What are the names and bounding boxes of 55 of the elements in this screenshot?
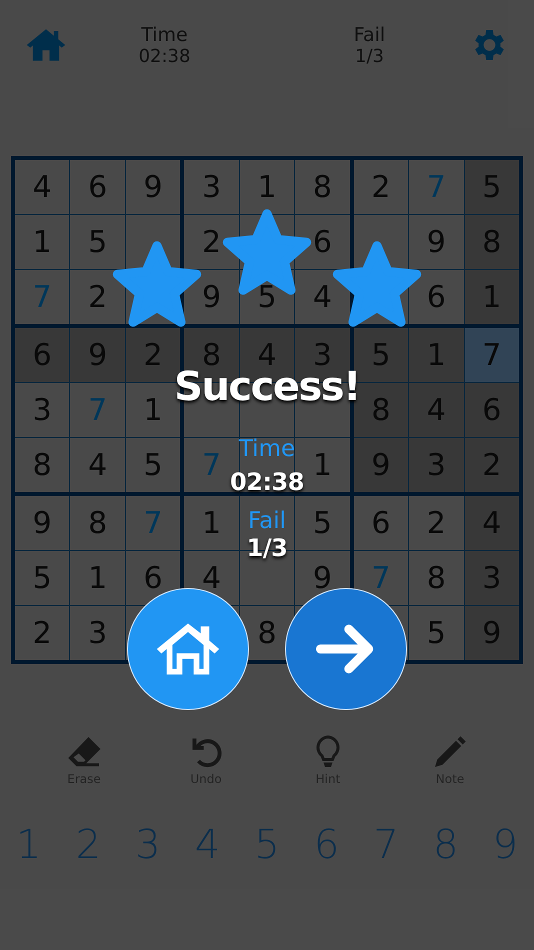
grid-cell[interactable]: 7 (464, 328, 519, 382)
fail-value: 1/3 (355, 46, 384, 66)
grid-cell[interactable]: 2 (409, 496, 464, 550)
star-icon (111, 240, 203, 328)
fail-label: Fail (354, 24, 386, 46)
grid-cell[interactable]: 2 (15, 606, 70, 660)
number-key[interactable]: 9 (492, 822, 518, 868)
grid-cell[interactable]: 5 (409, 606, 464, 660)
number-key[interactable]: 2 (76, 822, 102, 868)
number-key[interactable]: 8 (432, 822, 458, 868)
grid-cell[interactable]: 1 (184, 496, 239, 550)
grid-cell[interactable]: 9 (184, 270, 239, 324)
grid-cell[interactable]: 7 (15, 270, 70, 324)
number-key[interactable]: 5 (254, 822, 280, 868)
number-key[interactable]: 3 (135, 822, 161, 868)
grid-cell[interactable]: 6 (70, 160, 125, 214)
grid-cell[interactable]: 8 (70, 496, 125, 550)
grid-cell[interactable]: 5 (126, 438, 180, 492)
grid-cell[interactable]: 4 (70, 438, 125, 492)
grid-cell[interactable]: 3 (15, 383, 70, 437)
result-fail-value: 1/3 (246, 534, 288, 562)
grid-cell[interactable]: 4 (15, 160, 70, 214)
grid-cell[interactable]: 2 (354, 160, 408, 214)
time-value: 02:38 (138, 46, 190, 66)
grid-cell[interactable]: 7 (409, 160, 464, 214)
grid-cell[interactable]: 5 (15, 551, 70, 605)
grid-cell[interactable]: 6 (409, 270, 464, 324)
grid-cell[interactable]: 2 (184, 215, 239, 269)
result-time-label: Time (238, 436, 296, 462)
grid-cell[interactable]: 5 (70, 215, 125, 269)
grid-cell[interactable]: 9 (126, 160, 180, 214)
number-key[interactable]: 4 (194, 822, 220, 868)
grid-cell[interactable]: 7 (126, 496, 180, 550)
number-key[interactable]: 6 (314, 822, 340, 868)
grid-cell[interactable]: 5 (295, 496, 350, 550)
grid-cell[interactable]: 3 (70, 606, 125, 660)
grid-cell[interactable]: 1 (70, 551, 125, 605)
grid-cell[interactable]: 9 (15, 496, 70, 550)
grid-cell[interactable]: 1 (240, 160, 294, 214)
grid-cell[interactable]: 9 (409, 215, 464, 269)
grid-cell[interactable]: 3 (184, 160, 239, 214)
grid-cell[interactable]: 1 (15, 215, 70, 269)
grid-cell[interactable]: 8 (15, 438, 70, 492)
star-icon (331, 240, 423, 328)
result-fail-label: Fail (248, 508, 286, 534)
number-key[interactable]: 7 (373, 822, 399, 868)
grid-cell[interactable]: 6 (354, 496, 408, 550)
grid-cell[interactable]: 8 (409, 551, 464, 605)
grid-cell[interactable]: 2 (70, 270, 125, 324)
time-label: Time (141, 24, 188, 46)
number-key[interactable]: 1 (16, 822, 42, 868)
grid-cell[interactable]: 7 (70, 383, 125, 437)
grid-cell[interactable]: 4 (295, 270, 350, 324)
grid-cell[interactable]: 6 (295, 215, 350, 269)
grid-cell[interactable]: 8 (295, 160, 350, 214)
